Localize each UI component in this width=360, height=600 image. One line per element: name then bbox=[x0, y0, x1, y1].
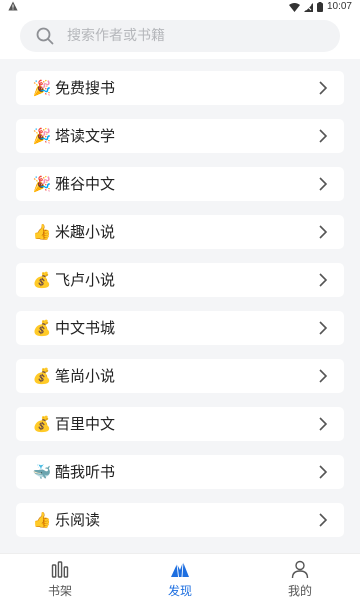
bottom-tab-bar: 书架 发现 我的 bbox=[0, 553, 360, 600]
party-popper-icon: 🎉 bbox=[32, 175, 52, 193]
list-item-label: 中文书城 bbox=[55, 319, 116, 337]
tab-label: 书架 bbox=[47, 584, 72, 598]
list-item[interactable]: 🎉 雅谷中文 bbox=[16, 167, 344, 201]
status-right: 10:07 bbox=[288, 1, 352, 13]
list-item-label: 笔尚小说 bbox=[55, 367, 116, 385]
money-bag-icon: 💰 bbox=[32, 271, 52, 289]
tab-label: 我的 bbox=[287, 584, 312, 598]
list-item-label: 米趣小说 bbox=[55, 223, 116, 241]
chevron-right-icon bbox=[319, 81, 328, 95]
list-item-label: 免费搜书 bbox=[55, 79, 116, 97]
bookshelf-icon bbox=[51, 561, 69, 578]
list-item[interactable]: 🐳 酷我听书 bbox=[16, 455, 344, 489]
list-item[interactable]: 💰 飞卢小说 bbox=[16, 263, 344, 297]
list-item[interactable]: 🎉 塔读文学 bbox=[16, 119, 344, 153]
tab-bookshelf[interactable]: 书架 bbox=[0, 554, 120, 600]
tab-label: 发现 bbox=[167, 584, 192, 598]
list-item[interactable]: 💰 笔尚小说 bbox=[16, 359, 344, 393]
list-item[interactable]: 💰 中文书城 bbox=[16, 311, 344, 345]
chevron-right-icon bbox=[319, 369, 328, 383]
search-input[interactable]: 搜索作者或书籍 bbox=[20, 20, 340, 52]
chevron-right-icon bbox=[319, 129, 328, 143]
discover-icon bbox=[171, 561, 189, 578]
list-item[interactable]: 🎉 免费搜书 bbox=[16, 71, 344, 105]
list-item-label: 酷我听书 bbox=[55, 463, 116, 481]
chevron-right-icon bbox=[319, 273, 328, 287]
list-item[interactable]: 👍 乐阅读 bbox=[16, 503, 344, 537]
chevron-right-icon bbox=[319, 321, 328, 335]
party-popper-icon: 🎉 bbox=[32, 79, 52, 97]
tab-discover[interactable]: 发现 bbox=[120, 554, 240, 600]
list-item-label: 百里中文 bbox=[55, 415, 116, 433]
chevron-right-icon bbox=[319, 513, 328, 527]
tab-profile[interactable]: 我的 bbox=[240, 554, 360, 600]
wifi-icon bbox=[288, 2, 300, 12]
money-bag-icon: 💰 bbox=[32, 415, 52, 433]
list-item-label: 乐阅读 bbox=[55, 511, 101, 529]
search-icon bbox=[36, 27, 54, 45]
money-bag-icon: 💰 bbox=[32, 367, 52, 385]
profile-icon bbox=[291, 560, 309, 579]
list-item[interactable]: 👍 米趣小说 bbox=[16, 215, 344, 249]
status-bar: 10:07 bbox=[0, 0, 360, 14]
chevron-right-icon bbox=[319, 177, 328, 191]
whale-icon: 🐳 bbox=[32, 463, 52, 481]
list-item-label: 飞卢小说 bbox=[55, 271, 116, 289]
money-bag-icon: 💰 bbox=[32, 319, 52, 337]
party-popper-icon: 🎉 bbox=[32, 127, 52, 145]
warning-icon bbox=[8, 1, 18, 11]
status-time: 10:07 bbox=[326, 1, 352, 12]
header: 搜索作者或书籍 bbox=[0, 14, 360, 59]
chevron-right-icon bbox=[319, 417, 328, 431]
signal-icon bbox=[303, 2, 313, 12]
chevron-right-icon bbox=[319, 225, 328, 239]
battery-icon bbox=[316, 2, 323, 12]
thumbs-up-icon: 👍 bbox=[32, 223, 52, 241]
list-item-label: 雅谷中文 bbox=[55, 175, 116, 193]
chevron-right-icon bbox=[319, 465, 328, 479]
list-item-label: 塔读文学 bbox=[55, 127, 116, 145]
list-item[interactable]: 💰 百里中文 bbox=[16, 407, 344, 441]
thumbs-up-icon: 👍 bbox=[32, 511, 52, 529]
search-placeholder: 搜索作者或书籍 bbox=[67, 28, 165, 44]
